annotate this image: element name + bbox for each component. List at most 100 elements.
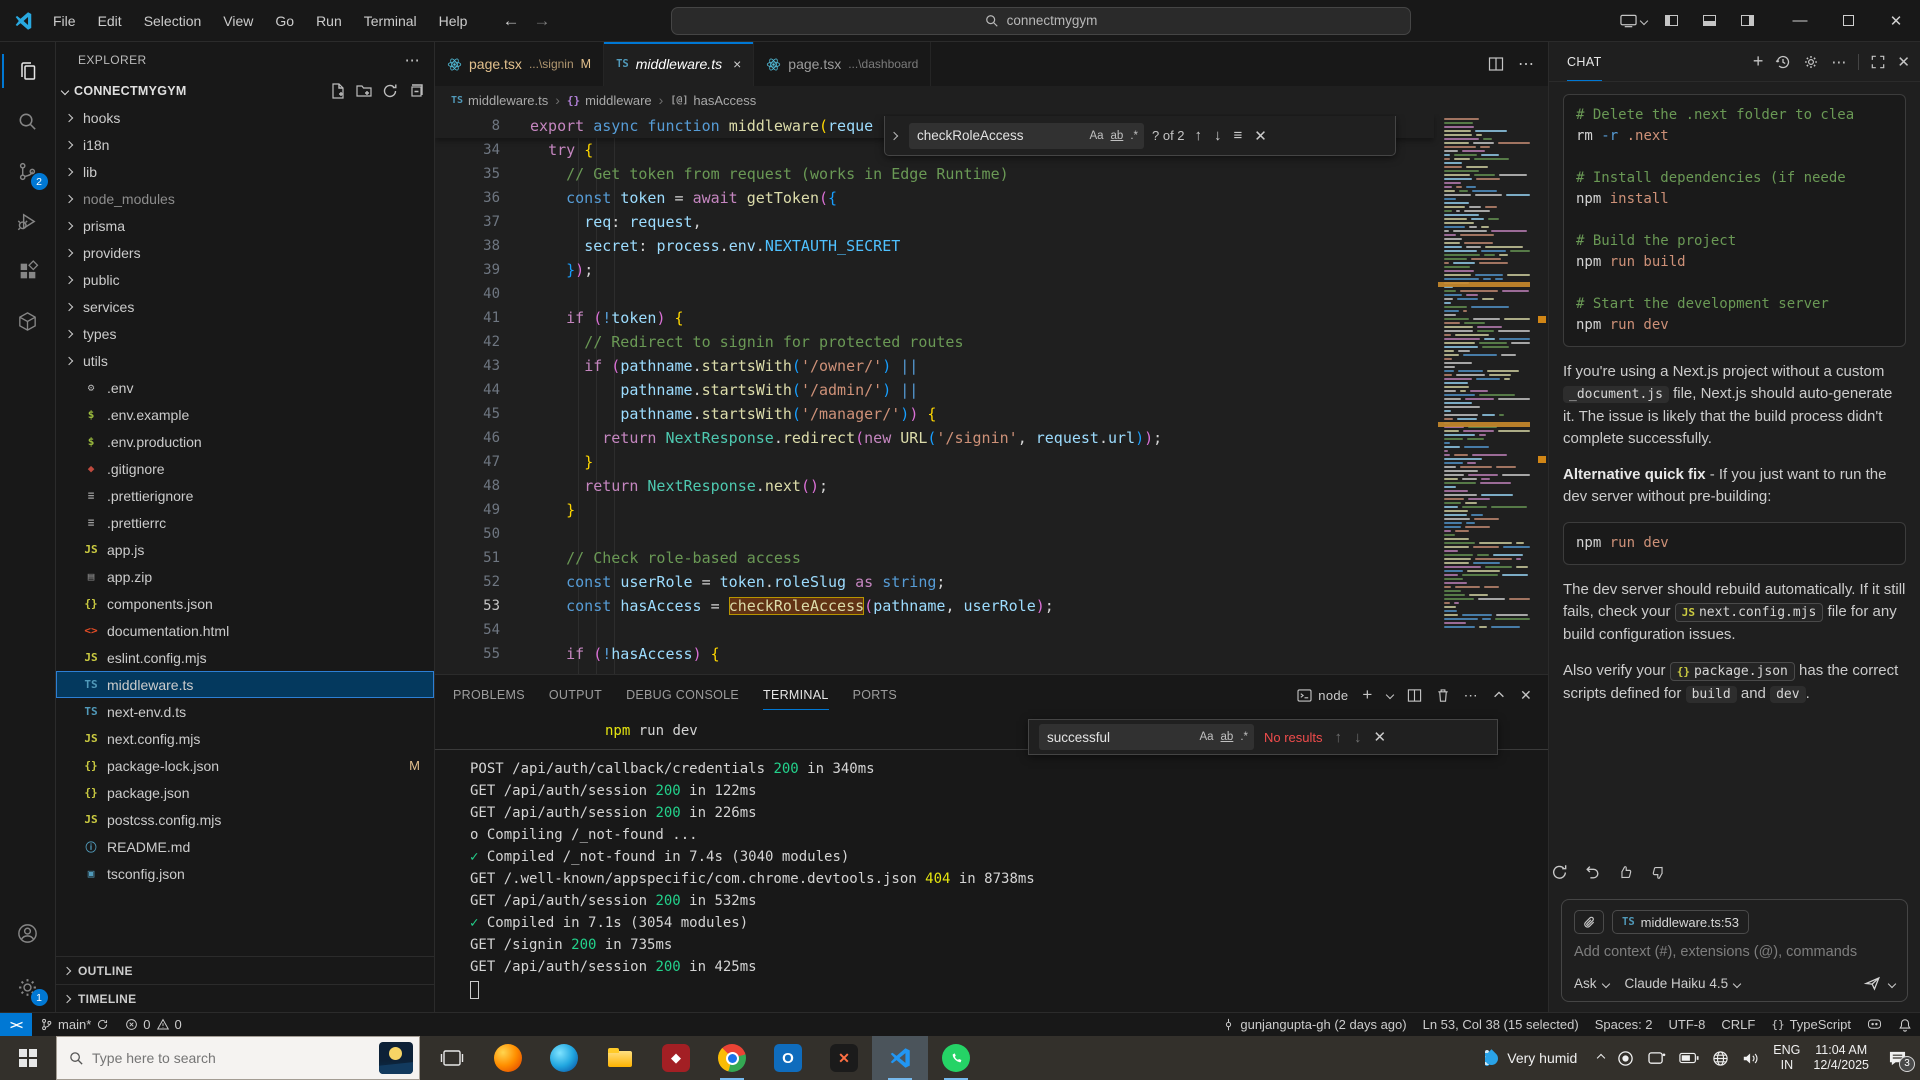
copilot-icon[interactable] bbox=[1859, 1013, 1890, 1036]
language-indicator[interactable]: ENG IN bbox=[1773, 1043, 1800, 1073]
chat-close-icon[interactable]: ✕ bbox=[1897, 53, 1910, 71]
chat-more-icon[interactable]: ⋯ bbox=[1831, 53, 1846, 71]
source-control-icon[interactable]: 2 bbox=[2, 146, 54, 196]
split-editor-icon[interactable] bbox=[1488, 56, 1504, 72]
find-prev-icon[interactable]: ↑ bbox=[1195, 127, 1203, 144]
explorer-more-icon[interactable]: ⋯ bbox=[405, 51, 420, 69]
send-icon[interactable] bbox=[1863, 974, 1882, 993]
battery-icon[interactable] bbox=[1679, 1052, 1699, 1064]
tab-page.tsx[interactable]: page.tsx ...\signin M bbox=[435, 42, 605, 86]
menu-selection[interactable]: Selection bbox=[135, 9, 211, 33]
record-icon[interactable] bbox=[1617, 1050, 1634, 1067]
file-item-node_modules[interactable]: node_modules bbox=[56, 185, 434, 212]
tab-close-icon[interactable]: × bbox=[733, 56, 741, 72]
file-item-hooks[interactable]: hooks bbox=[56, 104, 434, 131]
menu-file[interactable]: File bbox=[44, 9, 85, 33]
file-item-.env.example[interactable]: $ .env.example bbox=[56, 401, 434, 428]
find-prev-icon[interactable]: ↑ bbox=[1335, 729, 1343, 746]
file-item-public[interactable]: public bbox=[56, 266, 434, 293]
encoding[interactable]: UTF-8 bbox=[1661, 1013, 1714, 1036]
close-panel-icon[interactable]: ✕ bbox=[1520, 687, 1532, 704]
new-chat-icon[interactable]: + bbox=[1753, 51, 1764, 72]
taskbar-app-outlook[interactable]: O bbox=[760, 1036, 816, 1080]
maximize-panel-icon[interactable] bbox=[1492, 688, 1506, 702]
file-item-next.config.mjs[interactable]: JS next.config.mjs bbox=[56, 725, 434, 752]
notification-center-icon[interactable]: 3 bbox=[1882, 1050, 1915, 1072]
explorer-icon[interactable] bbox=[1, 46, 54, 96]
find-close-icon[interactable]: ✕ bbox=[1374, 728, 1387, 746]
file-item-.env.production[interactable]: $ .env.production bbox=[56, 428, 434, 455]
find-in-selection-icon[interactable]: ≡ bbox=[1234, 127, 1243, 144]
cursor-position[interactable]: Ln 53, Col 38 (15 selected) bbox=[1415, 1013, 1587, 1036]
file-item-documentation.html[interactable]: <> documentation.html bbox=[56, 617, 434, 644]
regenerate-icon[interactable] bbox=[1551, 864, 1568, 881]
taskbar-app-task-view[interactable] bbox=[424, 1036, 480, 1080]
chat-history-icon[interactable] bbox=[1775, 54, 1791, 70]
file-item-middleware.ts[interactable]: TS middleware.ts bbox=[56, 671, 434, 698]
find-toggle-replace-icon[interactable] bbox=[887, 116, 901, 155]
menu-terminal[interactable]: Terminal bbox=[355, 9, 426, 33]
undo-icon[interactable] bbox=[1584, 864, 1601, 881]
file-item-components.json[interactable]: {} components.json bbox=[56, 590, 434, 617]
file-item-utils[interactable]: utils bbox=[56, 347, 434, 374]
menu-go[interactable]: Go bbox=[266, 9, 303, 33]
file-item-README.md[interactable]: ⓘ README.md bbox=[56, 833, 434, 860]
speaker-icon[interactable] bbox=[1742, 1051, 1760, 1066]
cast-layout-icon[interactable] bbox=[1616, 6, 1650, 36]
regex-icon[interactable]: .* bbox=[1130, 130, 1138, 142]
display-icon[interactable] bbox=[1647, 1051, 1666, 1066]
file-item-app.js[interactable]: JS app.js bbox=[56, 536, 434, 563]
taskbar-search[interactable] bbox=[56, 1036, 420, 1080]
section-outline[interactable]: OUTLINE bbox=[56, 956, 434, 984]
back-icon[interactable]: ← bbox=[502, 11, 519, 31]
new-folder-icon[interactable] bbox=[356, 83, 372, 99]
file-item-package.json[interactable]: {} package.json bbox=[56, 779, 434, 806]
taskbar-app-whatsapp[interactable] bbox=[928, 1036, 984, 1080]
chat-input-placeholder[interactable]: Add context (#), extensions (@), command… bbox=[1574, 944, 1895, 960]
tab-page.tsx[interactable]: page.tsx ...\dashboard bbox=[754, 42, 932, 86]
taskbar-app-edge[interactable] bbox=[536, 1036, 592, 1080]
run-debug-icon[interactable] bbox=[2, 196, 54, 246]
branch-indicator[interactable]: main* bbox=[32, 1013, 117, 1036]
toggle-panel-icon[interactable] bbox=[1692, 6, 1726, 36]
chat-expand-icon[interactable] bbox=[1871, 55, 1885, 69]
attach-icon[interactable] bbox=[1574, 910, 1604, 934]
minimize-button[interactable]: — bbox=[1776, 0, 1824, 41]
weather-moon-image[interactable] bbox=[379, 1042, 413, 1074]
file-item-lib[interactable]: lib bbox=[56, 158, 434, 185]
taskbar-app-vscode[interactable] bbox=[872, 1036, 928, 1080]
file-item-.gitignore[interactable]: ◆ .gitignore bbox=[56, 455, 434, 482]
new-file-icon[interactable] bbox=[330, 83, 346, 99]
chat-tab[interactable]: CHAT bbox=[1567, 42, 1602, 81]
refresh-icon[interactable] bbox=[382, 83, 398, 99]
file-item-.prettierrc[interactable]: ≡ .prettierrc bbox=[56, 509, 434, 536]
extensions-icon[interactable] bbox=[2, 246, 54, 296]
close-button[interactable]: ✕ bbox=[1872, 0, 1920, 41]
terminal-find-input[interactable]: successful Aa ab .* bbox=[1039, 724, 1254, 750]
file-item-types[interactable]: types bbox=[56, 320, 434, 347]
editor-more-icon[interactable]: ⋯ bbox=[1518, 54, 1534, 74]
find-input[interactable]: checkRoleAccess Aa ab .* bbox=[909, 122, 1144, 149]
eol[interactable]: CRLF bbox=[1713, 1013, 1763, 1036]
new-terminal-icon[interactable]: + bbox=[1362, 685, 1372, 705]
panel-more-icon[interactable]: ⋯ bbox=[1464, 687, 1478, 704]
file-item-services[interactable]: services bbox=[56, 293, 434, 320]
mode-dropdown[interactable]: Ask bbox=[1574, 976, 1610, 991]
problems-indicator[interactable]: 0 0 bbox=[117, 1013, 189, 1036]
panel-tab-debug-console[interactable]: DEBUG CONSOLE bbox=[626, 675, 739, 715]
regex-icon[interactable]: .* bbox=[1240, 731, 1248, 743]
taskbar-app-chrome[interactable] bbox=[704, 1036, 760, 1080]
notifications-bell-icon[interactable] bbox=[1890, 1013, 1920, 1036]
chat-settings-icon[interactable] bbox=[1803, 54, 1819, 70]
file-item-providers[interactable]: providers bbox=[56, 239, 434, 266]
panel-tab-problems[interactable]: PROBLEMS bbox=[453, 675, 525, 715]
file-item-tsconfig.json[interactable]: ▣ tsconfig.json bbox=[56, 860, 434, 887]
panel-tab-output[interactable]: OUTPUT bbox=[549, 675, 602, 715]
breadcrumb-item-hasAccess[interactable]: [@] hasAccess bbox=[670, 93, 756, 108]
match-case-icon[interactable]: Aa bbox=[1199, 731, 1213, 743]
breadcrumb-item-middleware[interactable]: {} middleware bbox=[567, 93, 652, 108]
file-item-next-env.d.ts[interactable]: TS next-env.d.ts bbox=[56, 698, 434, 725]
start-button[interactable] bbox=[0, 1036, 56, 1080]
kill-terminal-icon[interactable] bbox=[1436, 688, 1450, 703]
taskbar-search-input[interactable] bbox=[92, 1050, 371, 1066]
